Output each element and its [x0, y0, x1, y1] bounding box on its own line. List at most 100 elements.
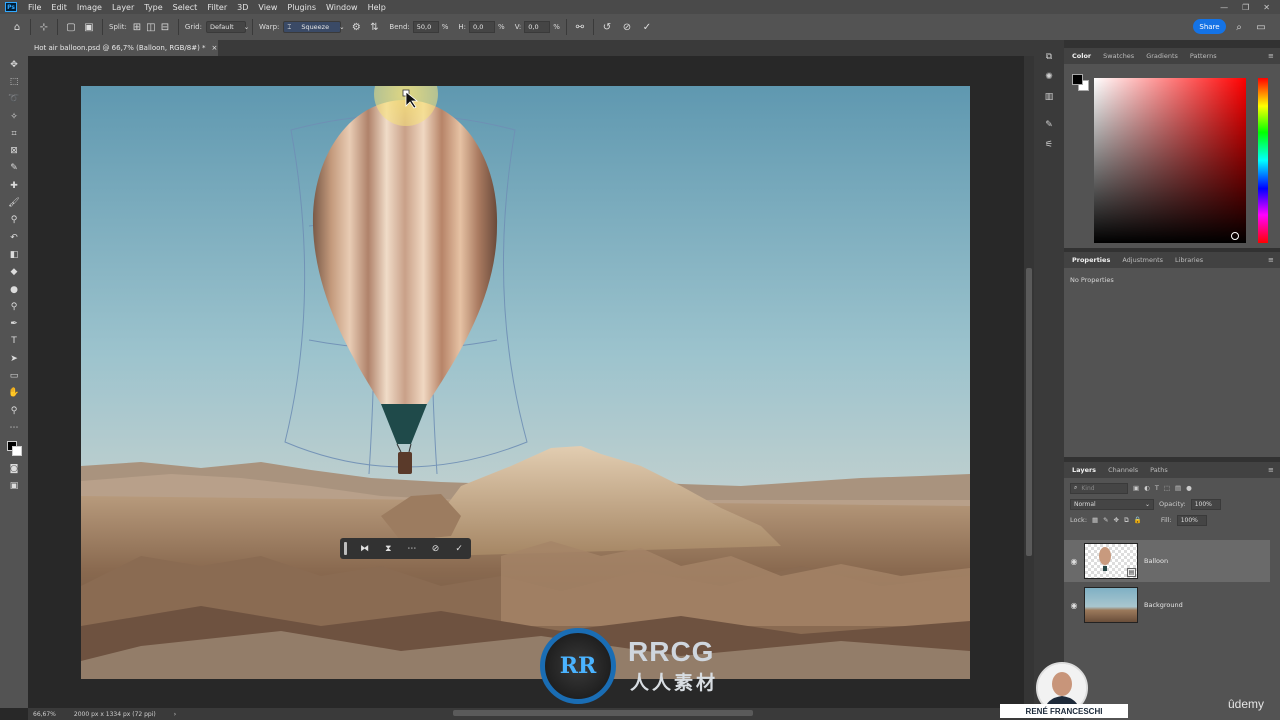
lock-image-icon[interactable]: ✎	[1103, 516, 1108, 524]
menu-file[interactable]: File	[23, 3, 46, 12]
cancel-icon[interactable]: ⊘	[424, 539, 448, 558]
flip-horizontal-icon[interactable]: ⧓	[353, 539, 377, 558]
tab-adjustments[interactable]: Adjustments	[1116, 256, 1169, 264]
brush-tool-icon[interactable]: 🖌	[6, 196, 22, 209]
split-vertical-icon[interactable]: ◫	[144, 20, 158, 34]
adjustments-panel-icon[interactable]: ⚟	[1041, 138, 1057, 152]
eyedropper-tool-icon[interactable]: ✎	[6, 162, 22, 175]
filter-shape-icon[interactable]: ⬚	[1164, 484, 1170, 492]
home-icon[interactable]: ⌂	[10, 20, 24, 34]
tab-libraries[interactable]: Libraries	[1169, 256, 1209, 264]
menu-filter[interactable]: Filter	[202, 3, 232, 12]
split-cross-icon[interactable]: ⊞	[130, 20, 144, 34]
bend-field[interactable]: 50,0	[412, 21, 439, 33]
menu-view[interactable]: View	[253, 3, 282, 12]
zoom-tool-icon[interactable]: ⚲	[6, 404, 22, 417]
eye-icon[interactable]: ◉	[1064, 601, 1084, 610]
foreground-color-swatch[interactable]	[1072, 74, 1083, 85]
minimize-button[interactable]: —	[1220, 3, 1228, 12]
confirm-icon[interactable]: ✓	[447, 539, 471, 558]
screen-mode-icon[interactable]: ▣	[6, 480, 22, 493]
quick-mask-icon[interactable]: ◙	[6, 463, 22, 476]
menu-help[interactable]: Help	[363, 3, 391, 12]
tab-channels[interactable]: Channels	[1102, 466, 1144, 474]
photoshop-app-icon[interactable]: Ps	[5, 2, 17, 12]
split-horizontal-icon[interactable]: ⊟	[158, 20, 172, 34]
clone-stamp-tool-icon[interactable]: ⚲	[6, 214, 22, 227]
color-picker-cursor[interactable]	[1231, 232, 1239, 240]
layer-row-background[interactable]: ◉ Background	[1064, 584, 1270, 626]
reference-point-icon[interactable]: ▢	[64, 20, 78, 34]
marquee-tool-icon[interactable]: ⬚	[6, 75, 22, 88]
reference-point-toggle-icon[interactable]: ▣	[82, 20, 96, 34]
blur-tool-icon[interactable]: ●	[6, 283, 22, 296]
drag-handle[interactable]	[344, 542, 347, 555]
menu-select[interactable]: Select	[168, 3, 203, 12]
history-brush-tool-icon[interactable]: ↶	[6, 231, 22, 244]
layer-row-balloon[interactable]: ◉ ▤ Balloon	[1064, 540, 1270, 582]
tab-paths[interactable]: Paths	[1144, 466, 1174, 474]
lock-position-icon[interactable]: ✥	[1114, 516, 1119, 524]
scrollbar-thumb[interactable]	[1026, 268, 1032, 556]
grid-select[interactable]: Default ⌄	[205, 21, 249, 33]
commit-transform-icon[interactable]: ✓	[640, 20, 654, 34]
transform-tool-icon[interactable]: ⊹	[37, 20, 51, 34]
brushes-panel-icon[interactable]: ✎	[1041, 118, 1057, 132]
magic-wand-tool-icon[interactable]: ✧	[6, 110, 22, 123]
tab-patterns[interactable]: Patterns	[1184, 52, 1223, 60]
more-options-icon[interactable]: ⋯	[400, 539, 424, 558]
foreground-background-color-icon[interactable]	[6, 439, 22, 459]
zoom-level[interactable]: 66,67%	[33, 711, 56, 718]
tab-gradients[interactable]: Gradients	[1140, 52, 1184, 60]
filter-smart-object-icon[interactable]: ▤	[1175, 484, 1181, 492]
filter-adjustment-icon[interactable]: ◐	[1144, 484, 1150, 492]
frame-tool-icon[interactable]: ⊠	[6, 144, 22, 157]
undo-icon[interactable]: ↺	[600, 20, 614, 34]
gear-icon[interactable]: ⚙	[349, 20, 363, 34]
menu-edit[interactable]: Edit	[46, 3, 72, 12]
menu-image[interactable]: Image	[72, 3, 107, 12]
change-warp-orientation-icon[interactable]: ⇅	[367, 20, 381, 34]
paint-bucket-tool-icon[interactable]: ◆	[6, 266, 22, 279]
type-tool-icon[interactable]: T	[6, 335, 22, 348]
horizontal-scrollbar-thumb[interactable]	[453, 710, 753, 716]
document-tab[interactable]: Hot air balloon.psd @ 66,7% (Balloon, RG…	[28, 40, 218, 56]
eye-icon[interactable]: ◉	[1064, 557, 1084, 566]
layer-name[interactable]: Balloon	[1144, 557, 1168, 565]
panel-menu-icon[interactable]: ≡	[1268, 466, 1276, 474]
share-button[interactable]: Share	[1193, 19, 1226, 34]
color-picker-field[interactable]	[1094, 78, 1246, 243]
search-icon[interactable]: ⌕	[1232, 20, 1246, 34]
cancel-transform-icon[interactable]: ⊘	[620, 20, 634, 34]
workspace-icon[interactable]: ▭	[1254, 20, 1268, 34]
filter-toggle-icon[interactable]: ●	[1186, 484, 1192, 492]
menu-plugins[interactable]: Plugins	[282, 3, 321, 12]
path-selection-tool-icon[interactable]: ➤	[6, 352, 22, 365]
horizontal-distortion-field[interactable]: 0,0	[469, 21, 496, 33]
pen-tool-icon[interactable]: ✒	[6, 317, 22, 330]
menu-window[interactable]: Window	[321, 3, 363, 12]
layer-name[interactable]: Background	[1144, 601, 1183, 609]
dodge-tool-icon[interactable]: ⚲	[6, 300, 22, 313]
rectangle-tool-icon[interactable]: ▭	[6, 369, 22, 382]
lasso-tool-icon[interactable]: ➰	[6, 93, 22, 106]
menu-3d[interactable]: 3D	[232, 3, 253, 12]
hand-tool-icon[interactable]: ✋	[6, 387, 22, 400]
close-tab-icon[interactable]: ×	[212, 44, 218, 52]
panel-menu-icon[interactable]: ≡	[1268, 52, 1276, 60]
crop-tool-icon[interactable]: ⌗	[6, 127, 22, 140]
tab-layers[interactable]: Layers	[1066, 466, 1102, 474]
filter-type-icon[interactable]: T	[1155, 484, 1159, 492]
brush-settings-icon[interactable]: ✺	[1041, 70, 1057, 84]
layer-filter-select[interactable]: ⌕ Kind	[1070, 482, 1128, 494]
history-panel-icon[interactable]: ⧉	[1041, 50, 1057, 64]
vertical-distortion-field[interactable]: 0,0	[524, 21, 551, 33]
menu-layer[interactable]: Layer	[107, 3, 139, 12]
document-canvas[interactable]	[81, 86, 970, 679]
lock-transparent-icon[interactable]: ▦	[1092, 516, 1098, 524]
move-tool-icon[interactable]: ✥	[6, 58, 22, 71]
panel-menu-icon[interactable]: ≡	[1268, 256, 1276, 264]
tab-color[interactable]: Color	[1066, 52, 1097, 60]
tab-swatches[interactable]: Swatches	[1097, 52, 1140, 60]
warp-style-select[interactable]: ⌶ Squeeze ⌄	[283, 21, 345, 33]
